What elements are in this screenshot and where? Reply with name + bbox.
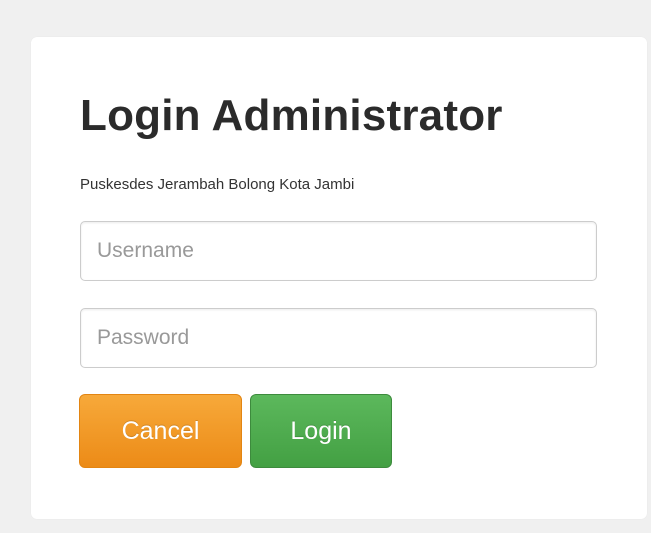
username-input[interactable] <box>80 221 597 281</box>
login-button[interactable]: Login <box>250 394 392 468</box>
subtitle: Puskesdes Jerambah Bolong Kota Jambi <box>80 176 355 193</box>
login-card: Login Administrator Puskesdes Jerambah B… <box>31 37 647 519</box>
cancel-button[interactable]: Cancel <box>79 394 242 468</box>
page-title: Login Administrator <box>80 91 503 140</box>
password-input[interactable] <box>80 308 597 368</box>
